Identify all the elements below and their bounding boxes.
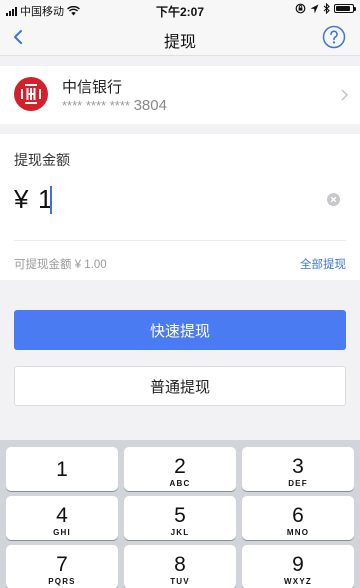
- key-letters: WXYZ: [284, 577, 312, 586]
- amount-input[interactable]: ¥ 1: [14, 180, 346, 218]
- bank-name: 中信银行: [62, 79, 123, 96]
- key-9[interactable]: 9 WXYZ: [242, 545, 354, 588]
- key-letters: GHI: [53, 528, 71, 537]
- nav-bar: 提现: [0, 20, 360, 56]
- status-bar: 中国移动 下午2:07: [0, 0, 360, 20]
- status-bar-right: [295, 3, 356, 14]
- battery-icon: [334, 4, 356, 13]
- key-digit: 3: [292, 455, 304, 478]
- battery-level: [336, 6, 351, 11]
- key-7[interactable]: 7 PQRS: [6, 545, 118, 588]
- clear-icon[interactable]: [327, 193, 340, 206]
- key-letters: DEF: [288, 479, 308, 488]
- fast-withdraw-button[interactable]: 快速提现: [14, 310, 346, 350]
- bluetooth-icon: [323, 3, 330, 14]
- key-digit: 8: [174, 553, 186, 576]
- text-cursor: [50, 186, 52, 214]
- key-letters: JKL: [170, 528, 190, 537]
- bank-card-number: **** **** **** 3804: [62, 97, 167, 114]
- key-letters: PQRS: [48, 577, 76, 586]
- key-8[interactable]: 8 TUV: [124, 545, 236, 588]
- key-3[interactable]: 3 DEF: [242, 447, 354, 491]
- key-digit: 2: [174, 455, 186, 478]
- key-digit: 4: [56, 504, 68, 527]
- orientation-lock-icon: [295, 3, 306, 14]
- key-letters: ABC: [169, 479, 191, 488]
- key-digit: 1: [56, 458, 68, 481]
- help-question-icon[interactable]: [322, 25, 346, 49]
- key-5[interactable]: 5 JKL: [124, 496, 236, 540]
- key-digit: 5: [174, 504, 186, 527]
- chevron-right-icon: [341, 89, 349, 101]
- amount-label: 提现金额: [14, 152, 70, 168]
- normal-withdraw-button[interactable]: 普通提现: [14, 366, 346, 406]
- numeric-keypad: 1 2 ABC 3 DEF 4 GHI 5 JKL 6 MNO 7 PQRS 8 TUV 9W…: [0, 440, 360, 588]
- key-digit: 9: [292, 553, 304, 576]
- key-1[interactable]: 1: [6, 447, 118, 491]
- key-letters: MNO: [286, 528, 310, 537]
- key-6[interactable]: 6 MNO: [242, 496, 354, 540]
- key-digit: 7: [56, 553, 68, 576]
- key-letters: TUV: [170, 577, 190, 586]
- page-title: 提现: [163, 34, 196, 51]
- key-2[interactable]: 2 ABC: [124, 447, 236, 491]
- citic-bank-logo-icon: [14, 77, 48, 111]
- amount-section: 提现金额 ¥ 1 可提现金额 ¥ 1.00 全部提现: [0, 134, 360, 280]
- card-mask: **** **** ****: [62, 98, 130, 113]
- key-digit: 6: [292, 504, 304, 527]
- key-4[interactable]: 4 GHI: [6, 496, 118, 540]
- card-last-digits: 3804: [133, 97, 167, 114]
- divider: [14, 240, 346, 241]
- available-balance: 可提现金额 ¥ 1.00: [14, 259, 107, 271]
- bank-card-selector[interactable]: 中信银行 **** **** **** 3804: [0, 66, 360, 124]
- location-icon: [310, 4, 319, 13]
- currency-symbol: ¥: [14, 184, 29, 214]
- withdraw-all-link[interactable]: 全部提现: [300, 256, 346, 272]
